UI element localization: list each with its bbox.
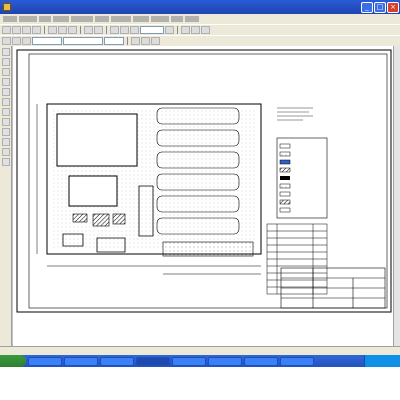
toolbar-separator <box>106 26 107 34</box>
copy-icon[interactable] <box>58 26 67 34</box>
open-file-icon[interactable] <box>12 26 21 34</box>
cut-icon[interactable] <box>48 26 57 34</box>
library-tool-icon[interactable] <box>1 158 10 166</box>
style-select[interactable] <box>63 37 103 45</box>
menu-item-11[interactable] <box>185 16 199 22</box>
menu-item-6[interactable] <box>95 16 109 22</box>
menu-item-8[interactable] <box>133 16 149 22</box>
main-building <box>56 113 138 167</box>
format-toolbar <box>0 35 400 46</box>
taskbar-item-3[interactable] <box>100 356 134 366</box>
taskbar-item-4[interactable] <box>136 356 170 366</box>
save-icon[interactable] <box>22 26 31 34</box>
drawing-notes <box>277 107 313 121</box>
select-tool-icon[interactable] <box>1 48 10 56</box>
window-titlebar[interactable]: _ □ × <box>0 0 400 14</box>
close-button[interactable]: × <box>387 1 399 13</box>
help-icon[interactable] <box>201 26 210 34</box>
vertical-scrollbar[interactable] <box>393 46 400 346</box>
text-tool-icon[interactable] <box>141 37 150 45</box>
minimize-button[interactable]: _ <box>361 1 373 13</box>
taskbar-item-7[interactable] <box>244 356 278 366</box>
secondary-building <box>68 175 118 207</box>
line-tool-icon[interactable] <box>131 37 140 45</box>
maximize-button[interactable]: □ <box>374 1 386 13</box>
layer-icon[interactable] <box>181 26 190 34</box>
taskbar-item-6[interactable] <box>208 356 242 366</box>
arc-tool-icon[interactable] <box>1 78 10 86</box>
menu-item-2[interactable] <box>19 16 37 22</box>
menu-bar <box>0 14 400 24</box>
snap-icon[interactable] <box>12 37 21 45</box>
system-tray[interactable] <box>364 355 400 367</box>
start-button[interactable] <box>0 355 26 367</box>
rectangle-tool-icon[interactable] <box>1 88 10 96</box>
grid-icon[interactable] <box>2 37 11 45</box>
standard-toolbar <box>0 24 400 35</box>
taskbar-item-2[interactable] <box>64 356 98 366</box>
left-toolbar <box>0 46 12 346</box>
pan-icon[interactable] <box>130 26 139 34</box>
taskbar-item-1[interactable] <box>28 356 62 366</box>
app-icon[interactable] <box>3 3 11 11</box>
toolbar-separator <box>80 26 81 34</box>
drawing-canvas[interactable] <box>13 46 394 346</box>
schedule-table <box>266 223 328 295</box>
menu-item-10[interactable] <box>171 16 183 22</box>
redo-icon[interactable] <box>94 26 103 34</box>
hatched-structure <box>92 213 110 227</box>
edit-tool-icon[interactable] <box>1 138 10 146</box>
menu-item-3[interactable] <box>39 16 51 22</box>
layer-select[interactable] <box>32 37 62 45</box>
taskbar-item-5[interactable] <box>172 356 206 366</box>
measure-tool-icon[interactable] <box>1 148 10 156</box>
dimension-tool-icon[interactable] <box>1 128 10 136</box>
title-block <box>280 267 386 309</box>
desktop-background <box>0 367 400 400</box>
ortho-icon[interactable] <box>22 37 31 45</box>
hatched-structure <box>72 213 88 223</box>
taskbar-item-8[interactable] <box>280 356 314 366</box>
toolbar-separator <box>177 26 178 34</box>
hatched-structure <box>112 213 126 225</box>
menu-item-9[interactable] <box>151 16 169 22</box>
line-width-select[interactable] <box>104 37 124 45</box>
status-bar <box>0 346 400 355</box>
menu-item-1[interactable] <box>3 16 17 22</box>
text-tool-icon[interactable] <box>1 118 10 126</box>
toolbar-separator <box>127 37 128 45</box>
undo-icon[interactable] <box>84 26 93 34</box>
zoom-field[interactable] <box>140 26 164 34</box>
new-file-icon[interactable] <box>2 26 11 34</box>
refresh-icon[interactable] <box>165 26 174 34</box>
line-tool-icon[interactable] <box>1 58 10 66</box>
paste-icon[interactable] <box>68 26 77 34</box>
toolbar-separator <box>44 26 45 34</box>
circle-tool-icon[interactable] <box>1 68 10 76</box>
properties-icon[interactable] <box>191 26 200 34</box>
legend <box>276 137 328 219</box>
menu-item-5[interactable] <box>71 16 93 22</box>
windows-taskbar <box>0 355 400 367</box>
print-icon[interactable] <box>32 26 41 34</box>
menu-item-7[interactable] <box>111 16 131 22</box>
menu-item-4[interactable] <box>53 16 69 22</box>
paved-area <box>162 241 254 257</box>
polyline-tool-icon[interactable] <box>1 98 10 106</box>
dimension-tool-icon[interactable] <box>151 37 160 45</box>
zoom-out-icon[interactable] <box>120 26 129 34</box>
site-plan-drawing <box>16 49 392 313</box>
hatch-tool-icon[interactable] <box>1 108 10 116</box>
zoom-in-icon[interactable] <box>110 26 119 34</box>
